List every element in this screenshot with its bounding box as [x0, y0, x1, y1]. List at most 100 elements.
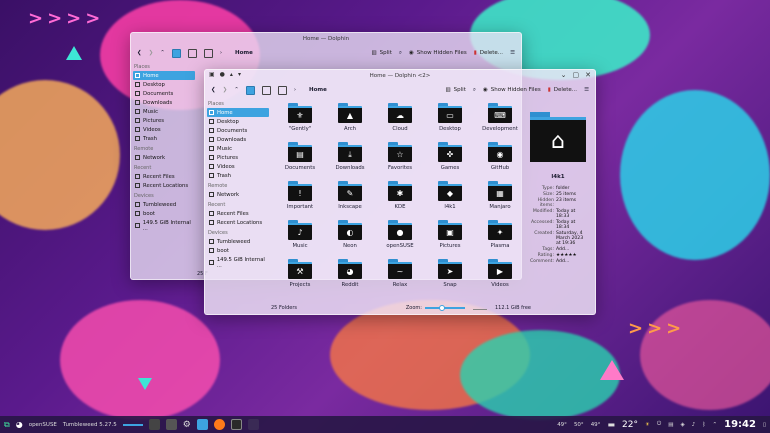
sidebar-item-recent-locations[interactable]: Recent Locations — [131, 181, 197, 190]
sidebar-item-network[interactable]: Network — [205, 190, 271, 199]
weather-value[interactable]: 22° — [622, 420, 638, 430]
terminal-icon[interactable] — [230, 419, 242, 430]
sidebar-item-recent-files[interactable]: Recent Files — [205, 209, 271, 218]
folder-item[interactable]: ⚜ "Gently" — [275, 100, 325, 139]
sidebar-item-home[interactable]: Home — [207, 108, 269, 117]
folder-item[interactable]: ▲ Arch — [325, 100, 375, 139]
sidebar-item-documents[interactable]: Documents — [205, 126, 271, 135]
task-icon-7[interactable] — [247, 419, 259, 430]
info-value[interactable]: Add... — [556, 259, 589, 264]
volume-icon[interactable]: ♪ — [692, 422, 696, 428]
keep-below-icon[interactable]: ▾ — [238, 71, 241, 78]
folder-item[interactable]: ⚒ Projects — [275, 256, 325, 295]
titlebar[interactable]: ▣ ● ▴ ▾ Home — Dolphin <2> ⌄ ▢ ✕ — [205, 70, 595, 82]
pin-icon[interactable]: ● — [220, 71, 225, 78]
folder-item[interactable]: ♪ Music — [275, 217, 325, 256]
sidebar-item-pictures[interactable]: Pictures — [205, 153, 271, 162]
clock[interactable]: 19:42 — [724, 419, 756, 430]
breadcrumb[interactable]: Home — [309, 87, 327, 93]
sidebar-item-videos[interactable]: Videos — [131, 125, 197, 134]
bluetooth-icon[interactable]: ᛒ — [702, 422, 705, 428]
compact-view-icon[interactable] — [187, 48, 197, 58]
icon-view-icon[interactable] — [171, 48, 181, 58]
delete-button[interactable]: ▮ Delete... — [474, 50, 503, 56]
show-desktop-icon[interactable]: ▯ — [763, 422, 766, 428]
clipboard-icon[interactable]: ▤ — [668, 422, 673, 428]
details-view-icon[interactable] — [277, 85, 287, 95]
folder-item[interactable]: ● openSUSE — [375, 217, 425, 256]
sidebar-item-trash[interactable]: Trash — [205, 171, 271, 180]
maximize-icon[interactable]: ▢ — [573, 71, 580, 79]
folder-item[interactable]: ✜ Games — [425, 139, 475, 178]
up-arrow-icon[interactable]: ⌃ — [234, 87, 239, 93]
menu-icon[interactable]: ☰ — [510, 50, 515, 56]
sidebar-item-downloads[interactable]: Downloads — [205, 135, 271, 144]
app-launcher-icon[interactable]: ⧉ — [4, 420, 10, 430]
delete-button[interactable]: ▮ Delete... — [548, 87, 577, 93]
sidebar-item-recent-locations[interactable]: Recent Locations — [205, 218, 271, 227]
zoom-handle[interactable] — [438, 305, 445, 311]
info-value[interactable]: Add... — [556, 247, 589, 252]
keep-above-icon[interactable]: ▴ — [230, 71, 233, 78]
back-arrow-icon[interactable]: ❮ — [137, 50, 142, 56]
task-icon-2[interactable] — [165, 419, 177, 430]
firefox-icon[interactable] — [213, 419, 225, 430]
sidebar-item-tumbleweed[interactable]: Tumbleweed — [131, 200, 197, 209]
folder-item[interactable]: ~ Relax — [375, 256, 425, 295]
power-icon[interactable]: ⏻ — [657, 421, 661, 428]
sidebar-item-boot[interactable]: boot — [205, 246, 271, 255]
sidebar-item-149-5-gib-internal[interactable]: 149.5 GiB Internal ... — [205, 255, 271, 270]
minimize-icon[interactable]: ⌄ — [561, 71, 567, 79]
sidebar-item-pictures[interactable]: Pictures — [131, 116, 197, 125]
sidebar-item-downloads[interactable]: Downloads — [131, 98, 197, 107]
titlebar[interactable]: Home — Dolphin — [131, 33, 521, 45]
folder-item[interactable]: ✎ Inkscape — [325, 178, 375, 217]
forward-arrow-icon[interactable]: ❯ — [223, 87, 228, 93]
sidebar-item-tumbleweed[interactable]: Tumbleweed — [205, 237, 271, 246]
folder-item[interactable]: ▦ Manjaro — [475, 178, 525, 217]
split-button[interactable]: ▥ Split — [445, 87, 465, 93]
network-icon[interactable]: ◈ — [680, 422, 684, 428]
sidebar-item-trash[interactable]: Trash — [131, 134, 197, 143]
menu-icon[interactable]: ☰ — [584, 87, 589, 93]
folder-item[interactable]: ◐ Neon — [325, 217, 375, 256]
show-hidden-button[interactable]: ◉ Show Hidden Files — [483, 87, 541, 93]
monitor-icon[interactable]: ▬ — [607, 420, 615, 429]
sidebar-item-music[interactable]: Music — [205, 144, 271, 153]
folder-item[interactable]: ▤ Documents — [275, 139, 325, 178]
folder-item[interactable]: ◆ l4k1 — [425, 178, 475, 217]
compact-view-icon[interactable] — [261, 85, 271, 95]
folder-item[interactable]: ☁ Cloud — [375, 100, 425, 139]
folder-item[interactable]: ▶ Videos — [475, 256, 525, 295]
icon-view-icon[interactable] — [245, 85, 255, 95]
sidebar-item-boot[interactable]: boot — [131, 209, 197, 218]
forward-arrow-icon[interactable]: ❯ — [149, 50, 154, 56]
sidebar-item-videos[interactable]: Videos — [205, 162, 271, 171]
search-icon[interactable]: ⌕ — [473, 87, 476, 94]
folder-item[interactable]: ⤓ Downloads — [325, 139, 375, 178]
dolphin-window-front[interactable]: ▣ ● ▴ ▾ Home — Dolphin <2> ⌄ ▢ ✕ ❮ ❯ ⌃ › Home… — [204, 69, 596, 315]
kde-icon[interactable]: ⚙ — [183, 420, 191, 430]
folder-item[interactable]: ✦ Plasma — [475, 217, 525, 256]
sidebar-item-desktop[interactable]: Desktop — [205, 117, 271, 126]
search-icon[interactable]: ⌕ — [399, 50, 402, 57]
sidebar-item-149-5-gib-internal[interactable]: 149.5 GiB Internal ... — [131, 218, 197, 233]
up-arrow-icon[interactable]: ⌃ — [160, 50, 165, 56]
zoom-slider[interactable] — [424, 305, 465, 311]
dolphin-task-icon[interactable] — [196, 419, 208, 430]
breadcrumb[interactable]: Home — [235, 50, 253, 56]
info-value[interactable]: ★★★★★ — [556, 253, 589, 258]
folder-item[interactable]: ◉ GitHub — [475, 139, 525, 178]
folder-item[interactable]: ➤ Snap — [425, 256, 475, 295]
back-arrow-icon[interactable]: ❮ — [211, 87, 216, 93]
split-button[interactable]: ▥ Split — [371, 50, 391, 56]
show-hidden-button[interactable]: ◉ Show Hidden Files — [409, 50, 467, 56]
sidebar-item-music[interactable]: Music — [131, 107, 197, 116]
task-icon-1[interactable] — [148, 419, 160, 430]
folder-item[interactable]: ! Important — [275, 178, 325, 217]
folder-item[interactable]: ▭ Desktop — [425, 100, 475, 139]
folder-item[interactable]: ☆ Favorites — [375, 139, 425, 178]
app-menu-icon[interactable]: ▣ — [209, 71, 215, 78]
details-view-icon[interactable] — [203, 48, 213, 58]
sidebar-item-network[interactable]: Network — [131, 153, 197, 162]
